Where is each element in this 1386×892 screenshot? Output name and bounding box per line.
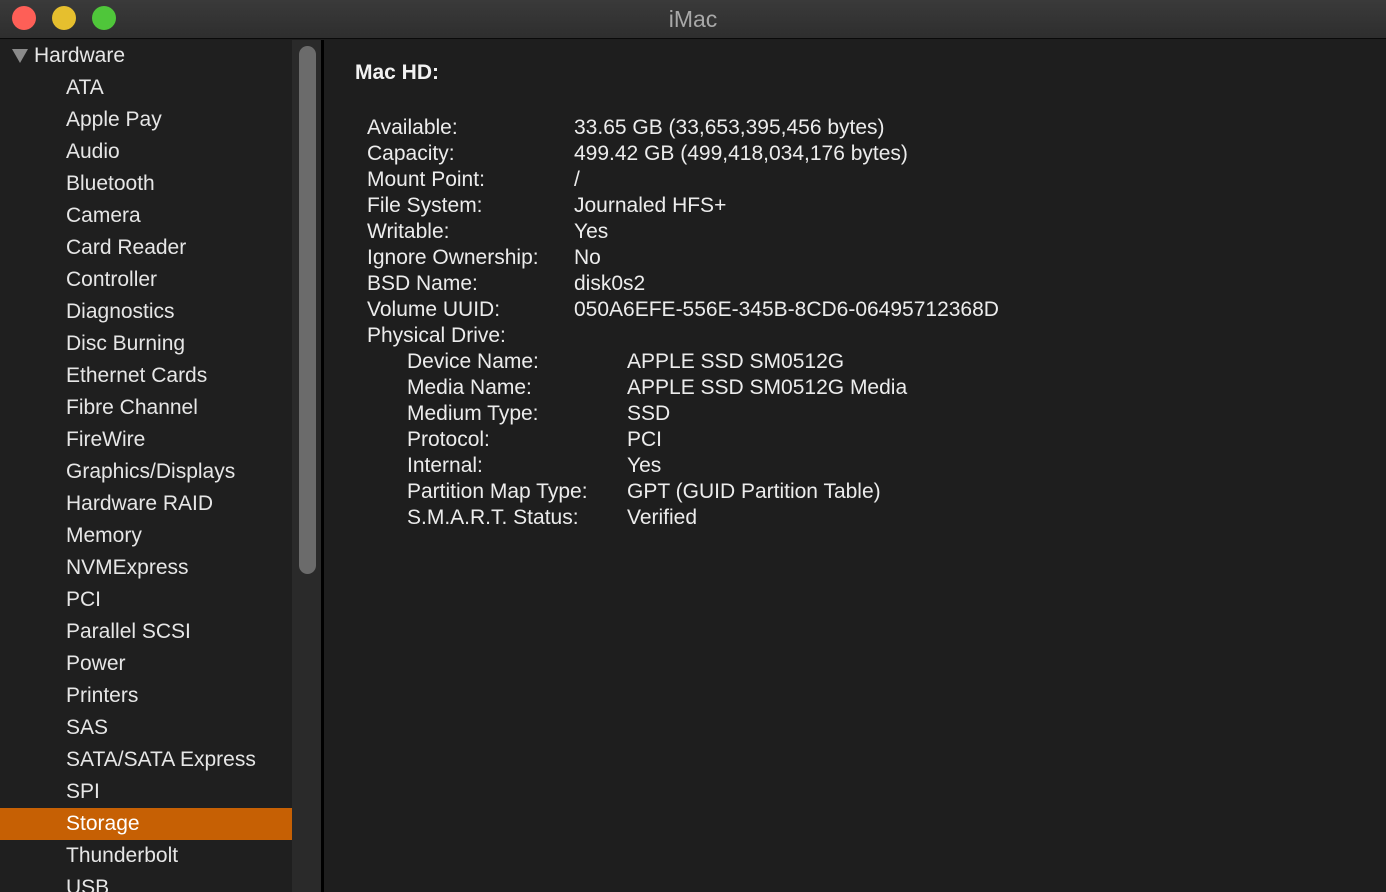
property-value: APPLE SSD SM0512G — [627, 350, 845, 373]
sidebar-item-nvmexpress[interactable]: NVMExpress — [0, 552, 292, 584]
sidebar-item-power[interactable]: Power — [0, 648, 292, 680]
sidebar-item-controller[interactable]: Controller — [0, 264, 292, 296]
sidebar-item-sas[interactable]: SAS — [0, 712, 292, 744]
property-value: 050A6EFE-556E-345B-8CD6-06495712368D — [574, 298, 999, 321]
property-label: Media Name: — [407, 376, 532, 399]
property-label: BSD Name: — [367, 272, 478, 295]
sidebar-item-usb[interactable]: USB — [0, 872, 292, 892]
property-value: SSD — [627, 402, 671, 425]
sidebar-item-printers[interactable]: Printers — [0, 680, 292, 712]
property-value: Journaled HFS+ — [574, 194, 727, 217]
sidebar-item-ethernet-cards[interactable]: Ethernet Cards — [0, 360, 292, 392]
sidebar-item-bluetooth[interactable]: Bluetooth — [0, 168, 292, 200]
property-label: Medium Type: — [407, 402, 539, 425]
sidebar-item-fibre-channel[interactable]: Fibre Channel — [0, 392, 292, 424]
property-value: / — [574, 168, 580, 191]
sidebar-item-ata[interactable]: ATA — [0, 72, 292, 104]
property-label: Ignore Ownership: — [367, 246, 539, 269]
property-label: Volume UUID: — [367, 298, 501, 321]
sidebar-item-parallel-scsi[interactable]: Parallel SCSI — [0, 616, 292, 648]
sidebar-group-hardware[interactable]: Hardware — [0, 40, 125, 72]
sidebar-scrollbar-thumb[interactable] — [299, 46, 316, 574]
sidebar-item-memory[interactable]: Memory — [0, 520, 292, 552]
sidebar-item-apple-pay[interactable]: Apple Pay — [0, 104, 292, 136]
property-value: 499.42 GB (499,418,034,176 bytes) — [574, 142, 908, 165]
volume-heading: Mac HD: — [355, 61, 440, 84]
property-label: File System: — [367, 194, 483, 217]
sidebar-item-sata-sata-express[interactable]: SATA/SATA Express — [0, 744, 292, 776]
property-label: Partition Map Type: — [407, 480, 588, 503]
sidebar-item-card-reader[interactable]: Card Reader — [0, 232, 292, 264]
property-label: Protocol: — [407, 428, 490, 451]
title-bar: iMac — [0, 0, 1386, 39]
sidebar-item-storage[interactable]: Storage — [0, 808, 292, 840]
property-value: 33.65 GB (33,653,395,456 bytes) — [574, 116, 885, 139]
sidebar-item-disc-burning[interactable]: Disc Burning — [0, 328, 292, 360]
property-value: PCI — [627, 428, 663, 451]
sidebar-item-graphics-displays[interactable]: Graphics/Displays — [0, 456, 292, 488]
property-label: Device Name: — [407, 350, 539, 373]
sidebar-item-spi[interactable]: SPI — [0, 776, 292, 808]
window-title: iMac — [668, 6, 718, 32]
sidebar-item-camera[interactable]: Camera — [0, 200, 292, 232]
property-value: Yes — [574, 220, 609, 243]
property-label: Writable: — [367, 220, 450, 243]
sidebar-item-diagnostics[interactable]: Diagnostics — [0, 296, 292, 328]
property-value: APPLE SSD SM0512G Media — [627, 376, 908, 399]
property-label: Available: — [367, 116, 458, 139]
property-value: Yes — [627, 454, 662, 477]
sidebar: Hardware ATA Apple Pay Audio Bluetooth Camer… — [0, 40, 292, 892]
sidebar-item-audio[interactable]: Audio — [0, 136, 292, 168]
property-label: Internal: — [407, 454, 483, 477]
sidebar-item-pci[interactable]: PCI — [0, 584, 292, 616]
property-label: S.M.A.R.T. Status: — [407, 506, 579, 529]
property-value: No — [574, 246, 601, 269]
property-value: disk0s2 — [574, 272, 646, 295]
property-label: Physical Drive: — [367, 324, 506, 347]
sidebar-item-firewire[interactable]: FireWire — [0, 424, 292, 456]
property-label: Mount Point: — [367, 168, 485, 191]
property-value: Verified — [627, 506, 698, 529]
property-value: GPT (GUID Partition Table) — [627, 480, 881, 503]
property-label: Capacity: — [367, 142, 455, 165]
sidebar-item-hardware-raid[interactable]: Hardware RAID — [0, 488, 292, 520]
sidebar-item-thunderbolt[interactable]: Thunderbolt — [0, 840, 292, 872]
